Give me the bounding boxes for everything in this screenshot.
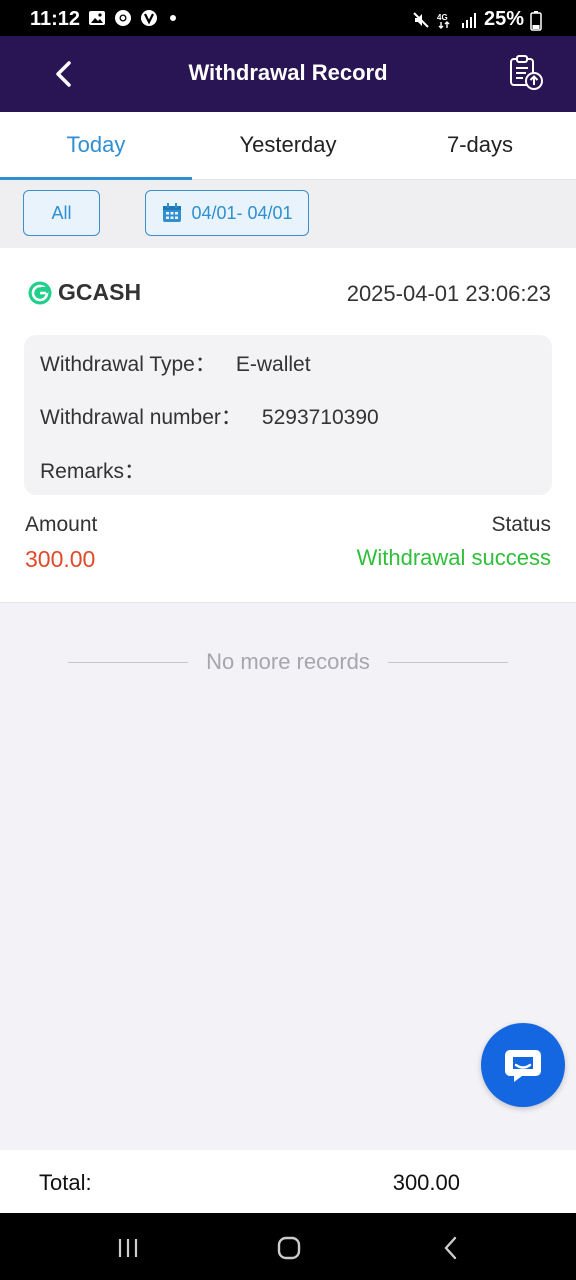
withdrawal-type-label: Withdrawal Type： [40, 353, 216, 376]
recent-apps-button[interactable] [113, 1233, 143, 1263]
status-value: Withdrawal success [356, 545, 551, 570]
total-bar: Total: 300.00 [0, 1150, 576, 1213]
app-header: Withdrawal Record [0, 36, 576, 112]
status-time: 11:12 [30, 8, 81, 30]
status-label: Status [491, 513, 551, 536]
filter-bar: All 04/01- 04/01 [0, 180, 576, 248]
gcash-logo-icon [28, 281, 52, 304]
status-system-icons: 4G 25% [412, 8, 548, 31]
page-title: Withdrawal Record [188, 60, 388, 85]
chrome-icon [114, 9, 132, 27]
status-bar: 11:12 4G 25% [0, 0, 576, 36]
signal-icon [460, 11, 478, 29]
record-datetime: 2025-04-01 23:06:23 [346, 281, 551, 306]
divider-line [68, 661, 189, 663]
tab-7-days[interactable]: 7-days [384, 112, 576, 179]
mute-icon [412, 11, 430, 29]
remarks-label: Remarks： [40, 460, 146, 483]
recent-apps-icon [118, 1239, 138, 1257]
date-range-button[interactable]: 04/01- 04/01 [145, 190, 309, 236]
v-app-icon [140, 9, 158, 27]
remarks-row: Remarks： [40, 455, 165, 485]
type-filter-button[interactable]: All [23, 190, 100, 236]
provider-name: GCASH [58, 279, 142, 305]
calendar-icon [163, 203, 182, 222]
export-record-button[interactable] [506, 52, 546, 92]
home-button[interactable] [274, 1233, 304, 1263]
notification-dot-icon [170, 15, 176, 21]
withdrawal-number-row: Withdrawal number： 5293710390 [40, 401, 379, 431]
total-value: 300.00 [392, 1170, 460, 1195]
system-nav-bar [0, 1213, 576, 1280]
end-of-list-divider: No more records [68, 646, 508, 678]
divider-line [387, 661, 508, 663]
gallery-icon [88, 9, 106, 27]
withdrawal-number-value: 5293710390 [261, 406, 379, 429]
battery-icon [530, 10, 548, 31]
no-more-records-text: No more records [206, 649, 370, 674]
tab-yesterday[interactable]: Yesterday [192, 112, 384, 179]
date-tabs: Today Yesterday 7-days [0, 112, 576, 180]
withdrawal-type-row: Withdrawal Type： E-wallet [40, 348, 311, 378]
chat-bubble-icon [505, 1050, 541, 1082]
withdrawal-record-card[interactable]: GCASH 2025-04-01 23:06:23 Withdrawal Typ… [0, 248, 576, 603]
date-range-label: 04/01- 04/01 [191, 202, 293, 223]
tab-today[interactable]: Today [0, 112, 192, 180]
total-label: Total: [39, 1170, 92, 1195]
clipboard-upload-icon [510, 55, 543, 90]
network-4g-icon: 4G [436, 11, 454, 29]
status-notification-icons [88, 9, 176, 27]
home-icon [277, 1236, 301, 1260]
chat-support-button[interactable] [481, 1023, 565, 1107]
amount-value: 300.00 [25, 546, 96, 572]
withdrawal-type-value: E-wallet [235, 353, 311, 376]
battery-percent: 25% [483, 8, 524, 30]
provider: GCASH [28, 279, 141, 306]
system-back-button[interactable] [436, 1233, 466, 1263]
record-details: Withdrawal Type： E-wallet Withdrawal numb… [24, 335, 552, 495]
svg-text:4G: 4G [437, 13, 448, 22]
withdrawal-number-label: Withdrawal number： [40, 406, 242, 429]
amount-label: Amount [25, 513, 98, 536]
back-icon [444, 1236, 457, 1260]
